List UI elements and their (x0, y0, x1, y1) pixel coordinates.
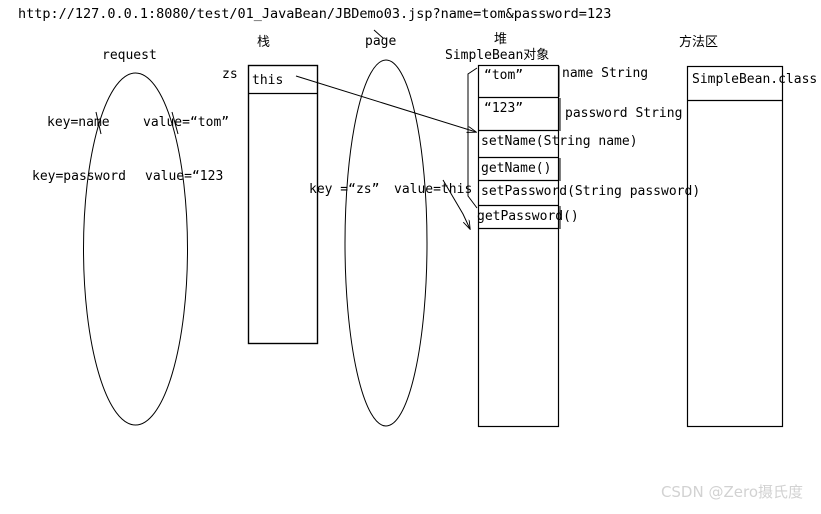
request-scope-title: request (102, 48, 157, 63)
stack-title: 栈 (257, 35, 271, 50)
heap-row-1-annotation: password String (565, 106, 683, 121)
heap-row-5-cell: getPassword() (477, 209, 579, 224)
heap-row-0-cell: “tom” (484, 68, 524, 83)
page-scope-ellipse (344, 59, 428, 427)
stack-box (247, 64, 319, 345)
stack-slot-0: this (252, 73, 284, 88)
diagram-canvas: http://127.0.0.1:8080/test/01_JavaBean/J… (0, 0, 821, 514)
page-scope-title: page (365, 34, 397, 49)
heap-box (477, 64, 560, 428)
request-entry-0-value: value=“tom” (143, 115, 230, 130)
page-entry-0-value: value=this (394, 182, 473, 197)
heap-row-4-cell: setPassword(String password) (481, 184, 701, 199)
heap-row-2-cell: setName(String name) (481, 134, 638, 149)
stack-variable-label: zs (222, 67, 238, 82)
request-entry-1-value: value=“123 (145, 169, 224, 184)
csdn-watermark: CSDN @Zero摄氏度 (660, 483, 803, 501)
url-text: http://127.0.0.1:8080/test/01_JavaBean/J… (18, 6, 612, 22)
request-entry-1-key: key=password (32, 169, 126, 184)
method-area-title: 方法区 (679, 35, 719, 50)
stack-to-heap-arrow (295, 75, 476, 132)
heap-row-1-cell: “123” (484, 101, 524, 116)
heap-subtitle: SimpleBean对象 (445, 48, 550, 63)
request-entry-0-key: key=name (47, 115, 110, 130)
method-area-entry-0: SimpleBean.class (692, 72, 818, 87)
heap-row-3-cell: getName() (481, 161, 552, 176)
page-entry-0-key: key =“zs” (309, 182, 380, 197)
heap-row-0-annotation: name String (562, 66, 649, 81)
method-area-box (686, 65, 784, 428)
